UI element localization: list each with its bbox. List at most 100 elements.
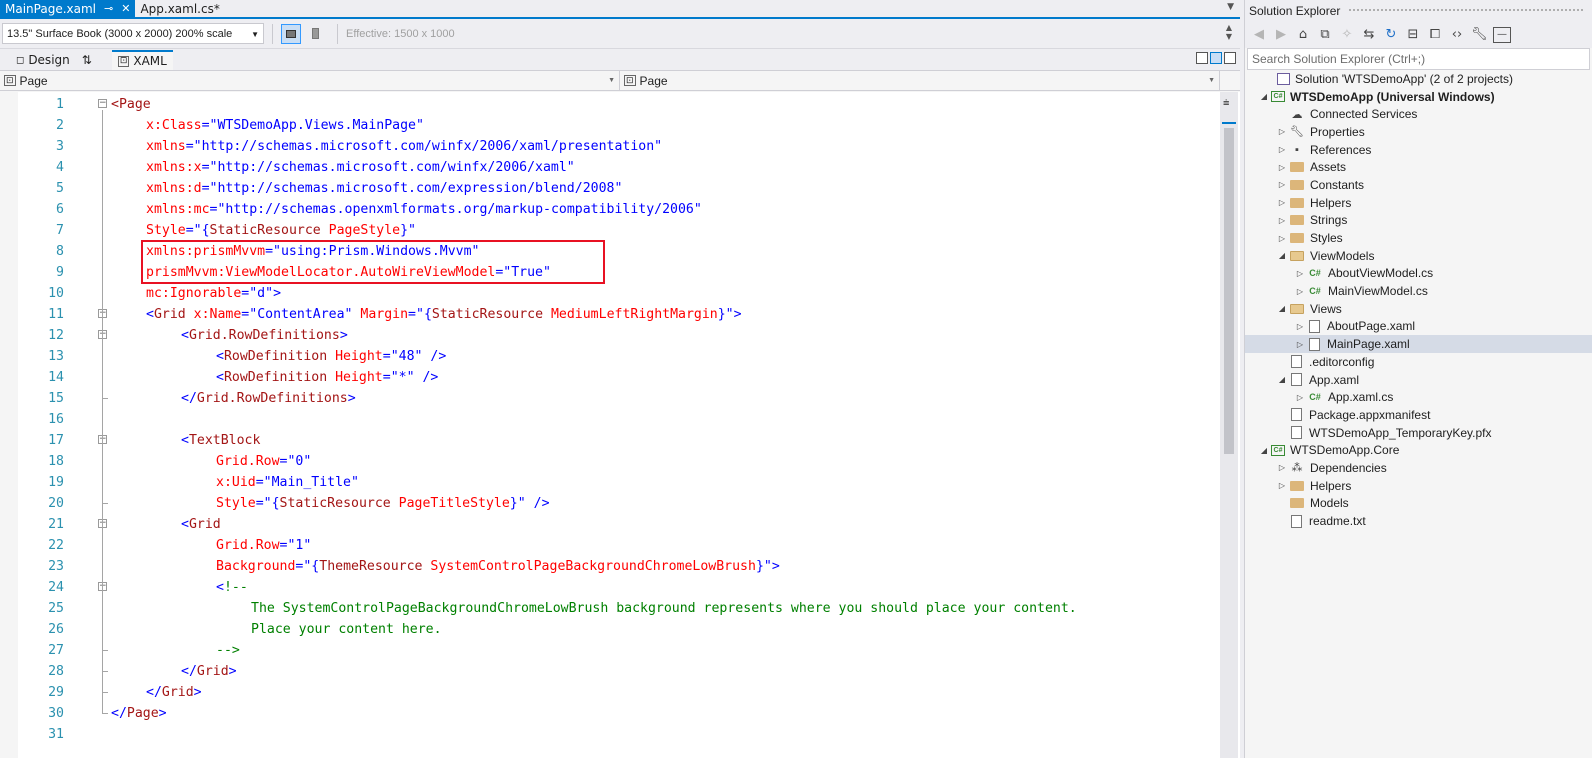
code-line[interactable]: 18 Grid.Row="0"	[0, 451, 1220, 472]
tree-node[interactable]: ◢ Views	[1245, 300, 1592, 318]
code-line[interactable]: 15 </Grid.RowDefinitions>	[0, 388, 1220, 409]
tab-xaml[interactable]: ⊡ XAML	[111, 50, 173, 70]
tree-node[interactable]: ◢ C# WTSDemoApp.Core	[1245, 441, 1592, 459]
preview-selected-items-icon[interactable]: —	[1493, 26, 1511, 43]
landscape-orientation-button[interactable]	[281, 23, 301, 44]
code-editor[interactable]: ⩧ 1− <Page 2 x:Class="WTSDemoApp.Views.Main…	[0, 92, 1240, 758]
tab-mainpage-xaml[interactable]: MainPage.xaml ⊸ ✕	[0, 0, 136, 17]
code-line[interactable]: 2 x:Class="WTSDemoApp.Views.MainPage"	[0, 115, 1220, 136]
view-code-icon[interactable]: ‹›	[1449, 27, 1465, 42]
code-line[interactable]: 8 xmlns:prismMvvm="using:Prism.Windows.Mv…	[0, 241, 1220, 262]
code-line[interactable]: 16	[0, 409, 1220, 430]
collapsed-arrow-icon[interactable]: ▷	[1293, 393, 1307, 402]
code-line[interactable]: 6 xmlns:mc="http://schemas.openxmlformats…	[0, 199, 1220, 220]
code-line[interactable]: 23 Background="{ThemeResource SystemContr…	[0, 556, 1220, 577]
collapsed-arrow-icon[interactable]: ▷	[1293, 269, 1307, 278]
portrait-orientation-button[interactable]	[305, 24, 325, 44]
tree-node[interactable]: ▷ MainPage.xaml	[1245, 335, 1592, 353]
tree-node[interactable]: .editorconfig	[1245, 353, 1592, 371]
show-all-files-icon[interactable]: ⧠	[1427, 27, 1443, 42]
tree-node[interactable]: ▷ C# App.xaml.cs	[1245, 388, 1592, 406]
tree-node[interactable]: ▷ AboutPage.xaml	[1245, 318, 1592, 336]
code-line[interactable]: 9 prismMvvm:ViewModelLocator.AutoWireView…	[0, 262, 1220, 283]
tree-node[interactable]: ◢ ViewModels	[1245, 247, 1592, 265]
code-line[interactable]: 1 − <Page	[0, 94, 1220, 115]
tree-node[interactable]: ▷ Helpers	[1245, 477, 1592, 495]
tree-node[interactable]: ☁︎ Connected Services	[1245, 105, 1592, 123]
collapsed-arrow-icon[interactable]: ▷	[1275, 463, 1289, 472]
element-scope-dropdown[interactable]: ⊡ Page ▼	[0, 71, 620, 90]
pending-changes-filter-icon[interactable]: ✧	[1339, 27, 1355, 42]
code-line[interactable]: 20 Style="{StaticResource PageTitleStyle}…	[0, 493, 1220, 514]
expanded-arrow-icon[interactable]: ◢	[1275, 375, 1289, 384]
horizontal-split-icon[interactable]	[1210, 52, 1222, 64]
tree-node[interactable]: ▷ Helpers	[1245, 194, 1592, 212]
toolbar-scroll-arrows[interactable]: ▲ ▼	[1226, 23, 1232, 41]
collapsed-arrow-icon[interactable]: ▷	[1275, 216, 1289, 225]
tab-design[interactable]: ◻ Design	[10, 50, 76, 70]
scrollbar-thumb[interactable]	[1224, 128, 1234, 454]
vertical-split-icon[interactable]	[1196, 52, 1208, 64]
collapse-all-icon[interactable]: ⊟	[1405, 27, 1421, 42]
tree-node[interactable]: Solution 'WTSDemoApp' (2 of 2 projects)	[1245, 70, 1592, 88]
code-line[interactable]: 14 <RowDefinition Height="*" />	[0, 367, 1220, 388]
code-line[interactable]: 26 Place your content here.	[0, 619, 1220, 640]
back-icon[interactable]: ◀	[1251, 27, 1267, 42]
tree-node[interactable]: ▷ C# MainViewModel.cs	[1245, 282, 1592, 300]
collapse-region-icon[interactable]: −	[98, 99, 107, 108]
tree-node[interactable]: ▷ C# AboutViewModel.cs	[1245, 265, 1592, 283]
tab-app-xaml-cs[interactable]: App.xaml.cs*	[135, 0, 224, 17]
code-line[interactable]: 5 xmlns:d="http://schemas.microsoft.com/e…	[0, 178, 1220, 199]
sync-with-document-icon[interactable]: ⇆	[1361, 27, 1377, 42]
tree-node[interactable]: ▷ Constants	[1245, 176, 1592, 194]
tree-node[interactable]: ▷ ▪︎ References	[1245, 141, 1592, 159]
swap-panes-button[interactable]: ⇅	[76, 50, 98, 70]
expanded-arrow-icon[interactable]: ◢	[1275, 304, 1289, 313]
code-line[interactable]: 31	[0, 724, 1220, 745]
solution-explorer-search-input[interactable]: Search Solution Explorer (Ctrl+;)	[1247, 48, 1590, 70]
code-line[interactable]: 24−<!--	[0, 577, 1220, 598]
refresh-icon[interactable]: ↻	[1383, 27, 1399, 42]
collapsed-arrow-icon[interactable]: ▷	[1293, 287, 1307, 296]
code-line[interactable]: 12−<Grid.RowDefinitions>	[0, 325, 1220, 346]
code-line[interactable]: 30 </Page>	[0, 703, 1220, 724]
collapsed-arrow-icon[interactable]: ▷	[1275, 127, 1289, 136]
code-line[interactable]: 4 xmlns:x="http://schemas.microsoft.com/w…	[0, 157, 1220, 178]
expanded-arrow-icon[interactable]: ◢	[1257, 92, 1271, 101]
drag-grip[interactable]	[1348, 8, 1584, 13]
device-preview-select[interactable]: 13.5" Surface Book (3000 x 2000) 200% sc…	[2, 23, 264, 44]
code-line[interactable]: 27 -->	[0, 640, 1220, 661]
tree-node[interactable]: readme.txt	[1245, 512, 1592, 530]
tree-node[interactable]: ▷ 🔧︎ Properties	[1245, 123, 1592, 141]
collapsed-arrow-icon[interactable]: ▷	[1275, 198, 1289, 207]
close-icon[interactable]: ✕	[121, 2, 130, 15]
code-line[interactable]: 17−<TextBlock	[0, 430, 1220, 451]
tree-node[interactable]: ◢ C# WTSDemoApp (Universal Windows)	[1245, 88, 1592, 106]
collapsed-arrow-icon[interactable]: ▷	[1275, 145, 1289, 154]
tree-node[interactable]: ▷ Styles	[1245, 229, 1592, 247]
tree-node[interactable]: WTSDemoApp_TemporaryKey.pfx	[1245, 424, 1592, 442]
properties-wrench-icon[interactable]: 🔧︎	[1471, 27, 1488, 42]
collapsed-arrow-icon[interactable]: ▷	[1293, 322, 1307, 331]
split-view-handle-icon[interactable]: ⩧	[1223, 96, 1229, 110]
collapsed-arrow-icon[interactable]: ▷	[1275, 481, 1289, 490]
code-line[interactable]: 11−<Grid x:Name="ContentArea" Margin="{S…	[0, 304, 1220, 325]
tree-node[interactable]: Models	[1245, 495, 1592, 513]
collapsed-arrow-icon[interactable]: ▷	[1275, 234, 1289, 243]
code-line[interactable]: 10 mc:Ignorable="d">	[0, 283, 1220, 304]
tree-node[interactable]: ▷ Assets	[1245, 158, 1592, 176]
solution-explorer-titlebar[interactable]: Solution Explorer	[1245, 0, 1592, 21]
code-line[interactable]: 13 <RowDefinition Height="48" />	[0, 346, 1220, 367]
tree-node[interactable]: Package.appxmanifest	[1245, 406, 1592, 424]
pin-icon[interactable]: ⊸	[104, 2, 113, 15]
code-line[interactable]: 25 The SystemControlPageBackgroundChromeL…	[0, 598, 1220, 619]
code-line[interactable]: 28 </Grid>	[0, 661, 1220, 682]
tree-node[interactable]: ▷ Strings	[1245, 212, 1592, 230]
code-line[interactable]: 3 xmlns="http://schemas.microsoft.com/win…	[0, 136, 1220, 157]
tab-overflow-dropdown-icon[interactable]: ▼	[1227, 2, 1234, 12]
tree-node[interactable]: ◢ App.xaml	[1245, 371, 1592, 389]
expanded-arrow-icon[interactable]: ◢	[1275, 251, 1289, 260]
collapsed-arrow-icon[interactable]: ▷	[1293, 340, 1307, 349]
collapse-pane-icon[interactable]	[1224, 52, 1236, 64]
collapsed-arrow-icon[interactable]: ▷	[1275, 163, 1289, 172]
